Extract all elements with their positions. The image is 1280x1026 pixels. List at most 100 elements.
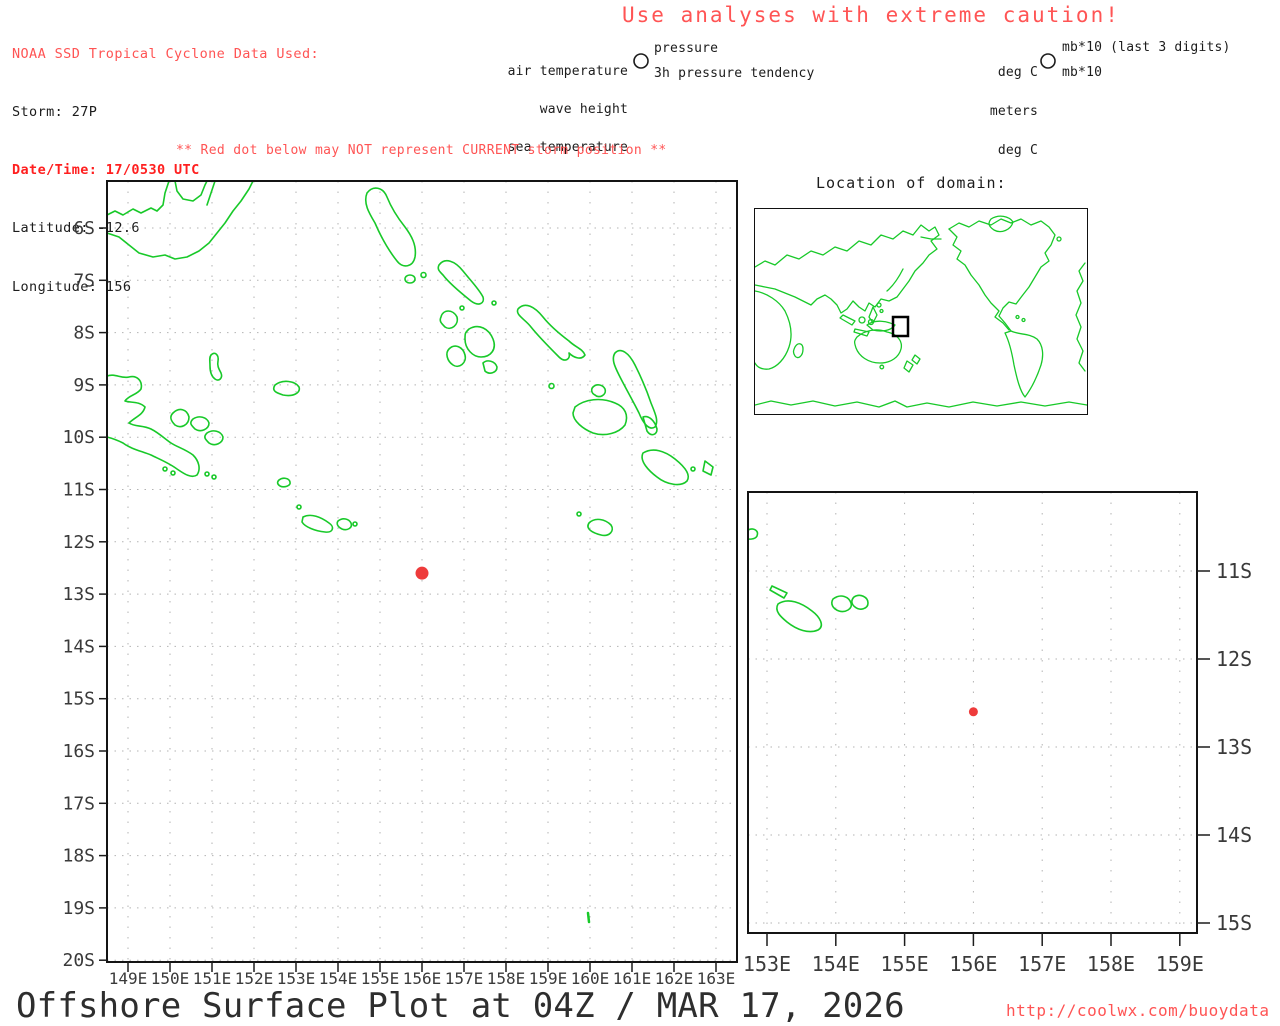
coastline-new-georgia	[446, 345, 467, 368]
tendency-units-label: mb*10	[1062, 65, 1103, 80]
coastline-dentrecasteaux	[170, 408, 190, 428]
coastline-tasmania	[879, 364, 885, 370]
plot-title: Offshore Surface Plot at 04Z / MAR 17, 2…	[16, 986, 905, 1026]
coastline-choiseul	[437, 259, 485, 305]
coastline-new-guinea	[866, 320, 896, 332]
coastline-shortland	[404, 274, 416, 284]
y-tick-label: 13S	[62, 584, 95, 605]
coastline-africa	[755, 290, 792, 370]
coastline-bellona	[576, 511, 582, 517]
coastline-islet	[170, 470, 176, 476]
offshore-surface-plot-page: { "header": { "source_line": "NOAA SSD T…	[0, 0, 1280, 1026]
coastline-caribbean	[1015, 314, 1020, 320]
main-map-axes: 149E 150E 151E 152E 153E 154E 155E 156E 157E 158E…	[62, 218, 735, 988]
source-url: http://coolwx.com/buoydata	[1006, 1001, 1270, 1020]
coastline-island-arc	[174, 180, 208, 202]
coastline-rossel	[831, 595, 853, 613]
zoom-domain-map: 153E 154E 155E 156E 157E 158E 159E 11S 12S 13S 14S…	[743, 491, 1252, 976]
coastline-malaita	[612, 349, 658, 429]
x-tick-label: 153E	[743, 952, 791, 976]
coastline-new-georgia	[464, 325, 496, 358]
coastline-islet	[420, 271, 427, 279]
y-tick-label: 13S	[1216, 735, 1252, 759]
coastline-islet	[690, 466, 696, 472]
y-tick-label: 14S	[1216, 823, 1252, 847]
coastline-borneo	[858, 316, 866, 324]
storm-position-warning: ** Red dot below may NOT represent CURRE…	[176, 143, 667, 158]
coastline-islet	[296, 504, 302, 510]
y-tick-label: 15S	[1216, 911, 1252, 935]
coastline-eurasia	[755, 224, 940, 314]
y-tick-label: 14S	[62, 636, 95, 657]
coastline-new-georgia	[482, 360, 498, 374]
coastline-south-america	[1004, 330, 1044, 398]
coastline-rennell	[587, 518, 614, 537]
x-tick-label: 156E	[949, 952, 997, 976]
coastline-islet	[459, 305, 465, 311]
data-source-line: NOAA SSD Tropical Cyclone Data Used:	[12, 45, 319, 62]
units-legend-left: deg C meters deg C	[935, 40, 1038, 170]
coastline-trobriand	[208, 352, 223, 381]
coastline-sliver	[769, 585, 788, 599]
x-tick-label: 158E	[1087, 952, 1135, 976]
sea-units-label: deg C	[997, 143, 1038, 158]
coastline-makira	[641, 449, 690, 486]
coastline-islet	[162, 466, 168, 472]
coastline-new-zealand	[911, 354, 921, 365]
coastline-north-america-east	[948, 218, 1056, 317]
main-map: 149E 150E 151E 152E 153E 154E 155E 156E 157E 158E…	[62, 180, 738, 988]
coastline-islet	[204, 471, 210, 477]
caution-headline: Use analyses with extreme caution!	[622, 3, 1120, 27]
coastline-islet	[491, 300, 497, 306]
y-tick-label: 17S	[62, 793, 95, 814]
main-map-coastlines	[106, 180, 714, 924]
coastline-tagula	[301, 514, 334, 533]
coastline-new-georgia	[439, 310, 459, 330]
coastline-islet	[702, 460, 714, 476]
y-tick-label: 7S	[73, 270, 95, 291]
world-coastlines	[755, 215, 1087, 408]
x-tick-label: 159E	[1156, 952, 1204, 976]
coastline-new-ireland	[206, 180, 216, 206]
coastline-islet	[352, 521, 358, 527]
y-tick-label: 18S	[62, 846, 95, 867]
coastline-new-britain	[106, 180, 254, 260]
y-tick-label: 12S	[1216, 647, 1252, 671]
coastline-tagula	[776, 600, 823, 633]
coastline-caribbean	[1021, 317, 1026, 323]
coastline-madagascar	[792, 343, 804, 359]
coastline-new-zealand	[903, 360, 914, 373]
x-tick-label: 155E	[881, 952, 929, 976]
coastline-bougainville	[364, 187, 417, 267]
coastline-dentrecasteaux	[190, 416, 210, 432]
coastline-iceland	[1056, 236, 1062, 242]
coastline-africa-east-edge	[1075, 262, 1086, 372]
y-tick-label: 12S	[62, 532, 95, 553]
pressure-units-label: mb*10 (last 3 digits)	[1062, 40, 1231, 55]
coastline-aleutians	[920, 236, 942, 240]
y-tick-label: 11S	[1216, 559, 1252, 583]
coastline-sumatra	[839, 314, 856, 326]
coastline-rossel-east	[851, 594, 869, 610]
units-model-circle-icon	[1040, 53, 1056, 69]
y-tick-label: 6S	[73, 218, 95, 239]
coastline-dentrecasteaux	[204, 430, 224, 446]
zoom-map-coastlines	[747, 528, 869, 633]
coastline-nggela	[590, 384, 607, 398]
y-tick-label: 16S	[62, 741, 95, 762]
storm-dot	[968, 707, 978, 717]
coastline-rossel	[336, 518, 353, 531]
wave-units-label: meters	[989, 104, 1038, 119]
coastline-philippines	[876, 302, 882, 308]
y-tick-label: 9S	[73, 375, 95, 396]
y-tick-label: 20S	[62, 950, 95, 971]
world-map	[755, 215, 1087, 408]
pressure-tendency-label: 3h pressure tendency	[654, 66, 815, 81]
wave-height-label: wave height	[539, 101, 628, 117]
coastline-java	[853, 328, 870, 337]
coastline-central-america	[998, 315, 1012, 332]
station-model-circle-icon	[633, 53, 649, 69]
coastline-antarctica	[755, 400, 1087, 408]
coastline-edge-islet	[747, 528, 759, 540]
air-units-label: deg C	[997, 65, 1038, 80]
